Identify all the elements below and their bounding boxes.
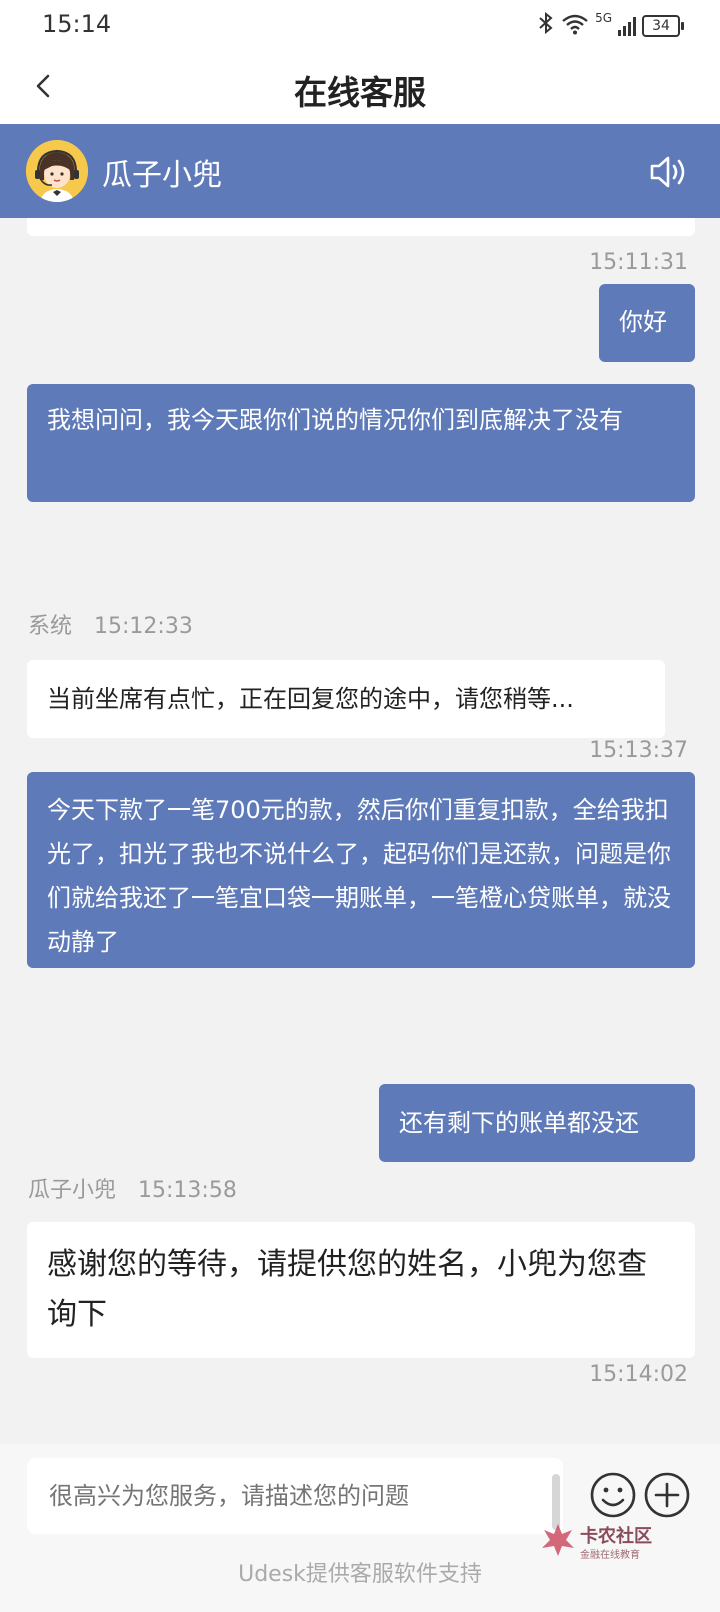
signal-icon [618, 16, 636, 36]
outgoing-message: 你好 [599, 284, 695, 362]
watermark-logo: 卡农社区 金融在线教育 [540, 1522, 700, 1562]
system-sender-line: 系统 15:12:33 [28, 608, 193, 640]
emoji-icon [590, 1472, 636, 1518]
battery-icon: 34 [642, 14, 684, 37]
message-text: 还有剩下的账单都没还 [399, 1109, 639, 1137]
message-timestamp: 15:11:31 [589, 250, 688, 275]
sender-name: 系统 [28, 614, 73, 639]
avatar[interactable] [26, 140, 88, 202]
message-timestamp: 15:13:58 [138, 1178, 237, 1203]
sender-name: 瓜子小兜 [28, 1178, 117, 1203]
outgoing-message: 我想问问，我今天跟你们说的情况你们到底解决了没有 [27, 384, 695, 502]
watermark-icon [542, 1524, 574, 1556]
message-text: 当前坐席有点忙，正在回复您的途中，请您稍等... [47, 685, 574, 713]
status-bar: 15:14 5G 34 [0, 0, 720, 50]
bluetooth-icon [537, 11, 555, 39]
outgoing-message: 今天下款了一笔700元的款，然后你们重复扣款，全给我扣光了，扣光了我也不说什么了… [27, 772, 695, 968]
message-timestamp: 15:12:33 [94, 614, 193, 639]
speaker-button[interactable] [648, 152, 692, 192]
title-bar: 在线客服 [0, 50, 720, 124]
chat-area[interactable]: 15:11:31 你好 我想问问，我今天跟你们说的情况你们到底解决了没有 系统 1… [0, 218, 720, 1444]
status-icons: 5G 34 [537, 10, 684, 39]
plus-icon [644, 1472, 690, 1518]
system-message: 当前坐席有点忙，正在回复您的途中，请您稍等... [27, 660, 665, 738]
speaker-icon [650, 156, 685, 188]
watermark-subtitle: 金融在线教育 [580, 1550, 640, 1561]
wifi-icon [561, 13, 589, 39]
message-text: 今天下款了一笔700元的款，然后你们重复扣款，全给我扣光了，扣光了我也不说什么了… [47, 796, 671, 956]
agent-header: 瓜子小兜 [0, 124, 720, 218]
message-text: 你好 [619, 308, 667, 336]
agent-message: 感谢您的等待，请提供您的姓名，小兜为您查询下 [27, 1222, 695, 1358]
previous-message-bubble [27, 218, 695, 236]
message-text: 我想问问，我今天跟你们说的情况你们到底解决了没有 [47, 406, 623, 434]
status-time: 15:14 [42, 10, 112, 38]
emoji-button[interactable] [588, 1470, 638, 1520]
message-input[interactable] [27, 1458, 563, 1534]
network-type: 5G [595, 10, 612, 25]
outgoing-message: 还有剩下的账单都没还 [379, 1084, 695, 1162]
watermark-title: 卡农社区 [580, 1526, 652, 1547]
message-timestamp: 15:14:02 [589, 1362, 688, 1387]
customer-service-avatar-icon [26, 140, 88, 202]
page-title: 在线客服 [294, 73, 426, 112]
more-options-button[interactable] [642, 1470, 692, 1520]
message-timestamp: 15:13:37 [589, 738, 688, 763]
agent-sender-line: 瓜子小兜 15:13:58 [28, 1172, 237, 1204]
agent-name: 瓜子小兜 [102, 158, 222, 193]
message-text: 感谢您的等待，请提供您的姓名，小兜为您查询下 [47, 1247, 647, 1332]
